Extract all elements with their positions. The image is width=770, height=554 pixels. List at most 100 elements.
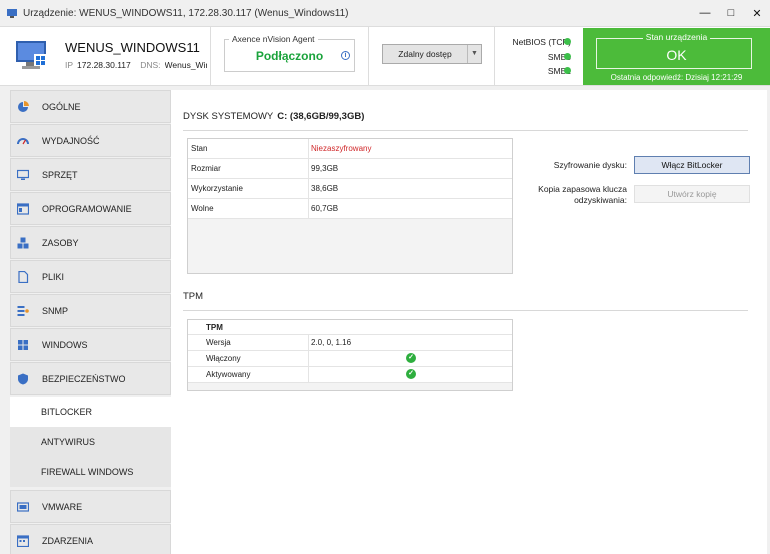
sidebar-item-zdarzenia[interactable]: ZDARZENIA xyxy=(10,524,171,554)
check-icon: ✓ xyxy=(406,369,416,379)
sidebar-item-label: ZASOBY xyxy=(42,237,79,248)
tpm-section-title: TPM xyxy=(183,291,204,302)
device-header: WENUS_WINDOWS11 IP 172.28.30.117 DNS: Wenu… xyxy=(0,26,770,86)
sidebar-item-pliki[interactable]: PLIKI xyxy=(10,260,171,293)
status-dot-icon xyxy=(564,67,571,74)
row-key: Wolne xyxy=(191,204,214,213)
disk-title: DYSK SYSTEMOWY xyxy=(183,111,274,122)
device-name: WENUS_WINDOWS11 xyxy=(65,40,200,55)
table-row: Wersja 2.0, 0, 1.16 xyxy=(188,335,512,351)
last-response: Ostatnia odpowiedź: Dzisiaj 12:21:29 xyxy=(610,73,743,82)
row-key: Włączony xyxy=(206,354,241,363)
ip-label: IP xyxy=(65,60,74,70)
ip-value: 172.28.30.117 xyxy=(77,60,131,70)
remote-access-button[interactable]: Zdalny dostęp ▼ xyxy=(382,44,482,64)
state-value: OK xyxy=(666,47,687,63)
sidebar-item-oprogramowanie[interactable]: OPROGRAMOWANIE xyxy=(10,192,171,225)
disk-section-title: DYSK SYSTEMOWY C: (38,6GB/99,3GB) xyxy=(183,111,364,122)
header-divider xyxy=(494,27,495,85)
tpm-table: TPM Wersja 2.0, 0, 1.16 Włączony ✓ Aktyw… xyxy=(187,319,513,391)
sidebar-item-label: WINDOWS xyxy=(42,339,88,350)
vmware-icon xyxy=(17,501,29,513)
sidebar: OGÓLNE WYDAJNOŚĆ SPRZĘT OPROGRAMOWANIE Z… xyxy=(0,90,171,554)
row-key: Wykorzystanie xyxy=(191,184,243,193)
chevron-down-icon[interactable]: ▼ xyxy=(467,45,481,63)
sidebar-item-label: ZDARZENIA xyxy=(42,535,94,546)
software-icon xyxy=(17,202,29,215)
main-content: DYSK SYSTEMOWY C: (38,6GB/99,3GB) Stan Ni… xyxy=(171,90,767,554)
table-row: Rozmiar 99,3GB xyxy=(188,159,512,179)
sidebar-item-label: OGÓLNE xyxy=(42,101,81,112)
row-value: 99,3GB xyxy=(311,164,339,173)
resources-icon xyxy=(17,237,29,249)
sidebar-item-vmware[interactable]: VMWARE xyxy=(10,490,171,523)
check-icon: ✓ xyxy=(406,353,416,363)
disk-drive: C: (38,6GB/99,3GB) xyxy=(277,111,365,122)
table-row: Wykorzystanie 38,6GB xyxy=(188,179,512,199)
row-key: Stan xyxy=(191,144,208,153)
device-state-panel: Stan urządzenia OK Ostatnia odpowiedź: D… xyxy=(583,28,770,85)
sidebar-item-label: VMWARE xyxy=(42,501,83,512)
header-divider xyxy=(368,27,369,85)
row-key: Aktywowany xyxy=(206,370,251,379)
sidebar-subitem-antywirus[interactable]: ANTYWIRUS xyxy=(10,427,171,457)
sidebar-item-label: PLIKI xyxy=(42,271,65,282)
minimize-button[interactable]: — xyxy=(692,0,718,26)
sidebar-item-windows[interactable]: WINDOWS xyxy=(10,328,171,361)
tpm-table-header: TPM xyxy=(188,320,512,335)
sidebar-item-ogolne[interactable]: OGÓLNE xyxy=(10,90,171,123)
shield-icon xyxy=(17,373,29,385)
sidebar-item-wydajnosc[interactable]: WYDAJNOŚĆ xyxy=(10,124,171,157)
sidebar-item-label: SNMP xyxy=(42,305,69,316)
table-row: Stan Niezaszyfrowany xyxy=(188,139,512,159)
header-divider xyxy=(210,27,211,85)
status-dot-icon xyxy=(564,53,571,60)
sidebar-item-bezpieczenstwo[interactable]: BEZPIECZEŃSTWO xyxy=(10,362,171,395)
title-bar: Urządzenie: WENUS_WINDOWS11, 172.28.30.1… xyxy=(0,0,770,26)
windows-icon xyxy=(17,339,29,351)
section-divider xyxy=(183,310,748,311)
table-row: Wolne 60,7GB xyxy=(188,199,512,219)
disk-table: Stan Niezaszyfrowany Rozmiar 99,3GB Wyko… xyxy=(187,138,513,274)
sidebar-subitem-firewall[interactable]: FIREWALL WINDOWS xyxy=(10,457,171,487)
row-value: 38,6GB xyxy=(311,184,339,193)
dns-label: DNS: xyxy=(140,60,161,70)
agent-status: Podłączono xyxy=(255,49,324,63)
snmp-icon xyxy=(17,305,29,317)
window-title: Urządzenie: WENUS_WINDOWS11, 172.28.30.1… xyxy=(23,7,349,19)
table-row: Aktywowany ✓ xyxy=(188,367,512,383)
row-key: Rozmiar xyxy=(191,164,221,173)
sidebar-item-label: BEZPIECZEŃSTWO xyxy=(42,373,126,384)
row-value: 2.0, 0, 1.16 xyxy=(311,338,352,347)
sidebar-item-zasoby[interactable]: ZASOBY xyxy=(10,226,171,259)
row-value: Niezaszyfrowany xyxy=(311,144,372,153)
recovery-key-label: Kopia zapasowa klucza odzyskiwania: xyxy=(538,184,627,205)
events-icon xyxy=(17,534,29,547)
maximize-button[interactable]: □ xyxy=(718,0,744,26)
sidebar-item-sprzet[interactable]: SPRZĘT xyxy=(10,158,171,191)
computer-icon xyxy=(16,41,48,69)
sidebar-item-label: OPROGRAMOWANIE xyxy=(42,203,132,214)
general-icon xyxy=(17,100,29,113)
sidebar-item-label: SPRZĘT xyxy=(42,169,78,180)
close-button[interactable]: ✕ xyxy=(744,0,770,26)
create-backup-button[interactable]: Utwórz kopię xyxy=(634,185,750,203)
table-row: Włączony ✓ xyxy=(188,351,512,367)
sidebar-subitem-bitlocker[interactable]: BITLOCKER xyxy=(10,397,171,427)
file-icon xyxy=(17,270,29,283)
gauge-icon xyxy=(17,135,29,147)
section-divider xyxy=(183,130,748,131)
row-value: 60,7GB xyxy=(311,204,339,213)
sidebar-item-label: WYDAJNOŚĆ xyxy=(42,135,100,146)
encryption-label: Szyfrowanie dysku: xyxy=(553,160,627,170)
enable-bitlocker-button[interactable]: Włącz BitLocker xyxy=(634,156,750,174)
agent-label: Axence nVision Agent xyxy=(229,34,318,44)
state-title: Stan urządzenia xyxy=(642,32,711,42)
row-key: Wersja xyxy=(206,338,231,347)
sidebar-item-snmp[interactable]: SNMP xyxy=(10,294,171,327)
device-meta: IP 172.28.30.117 DNS: Wenus_Wir xyxy=(65,60,207,70)
info-icon[interactable]: i xyxy=(341,51,350,60)
status-dot-icon xyxy=(564,38,571,45)
dns-value: Wenus_Wir xyxy=(164,60,207,70)
remote-access-label: Zdalny dostęp xyxy=(398,49,452,59)
